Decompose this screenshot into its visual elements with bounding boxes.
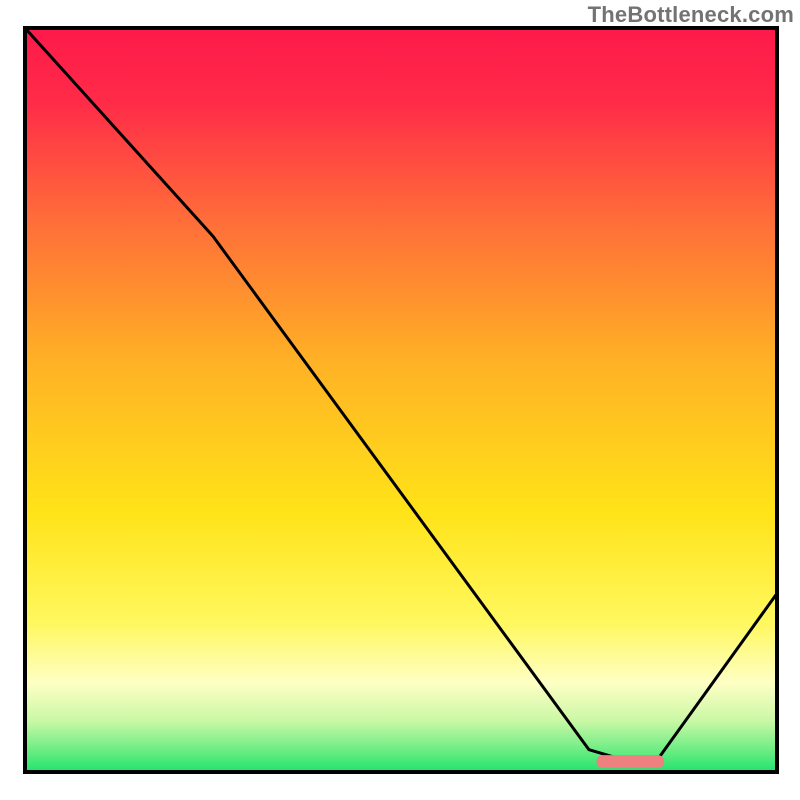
bottleneck-chart — [0, 0, 800, 800]
plot-area — [25, 28, 777, 772]
chart-container: TheBottleneck.com — [0, 0, 800, 800]
gradient-background — [25, 28, 777, 772]
optimal-marker — [597, 755, 665, 768]
